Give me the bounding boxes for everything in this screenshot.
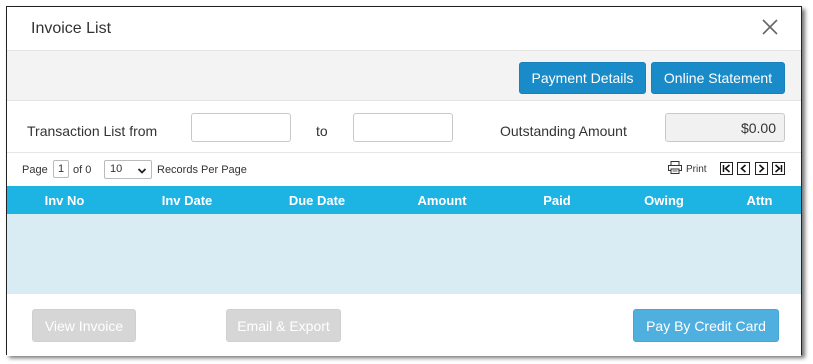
chevron-down-icon <box>137 165 147 182</box>
to-label: to <box>316 123 328 139</box>
records-per-page-select[interactable]: 10 <box>104 160 152 179</box>
records-per-page-value: 10 <box>110 163 123 175</box>
page-label: Page <box>22 164 48 176</box>
print-label: Print <box>686 163 707 175</box>
column-header-paid[interactable]: Paid <box>522 193 592 208</box>
date-from-input[interactable] <box>191 113 291 142</box>
records-per-page-label: Records Per Page <box>157 164 247 176</box>
column-header-amount[interactable]: Amount <box>402 193 482 208</box>
date-to-input[interactable] <box>353 113 453 142</box>
close-icon[interactable] <box>759 16 781 38</box>
column-header-owing[interactable]: Owing <box>629 193 699 208</box>
transaction-filters: Transaction List from to Outstanding Amo… <box>7 101 801 153</box>
action-toolbar: Payment Details Online Statement <box>7 51 801 101</box>
page-count-label: of 0 <box>73 164 92 176</box>
print-button[interactable]: Print <box>668 161 707 177</box>
pay-by-credit-card-button[interactable]: Pay By Credit Card <box>633 309 779 342</box>
last-page-icon[interactable] <box>772 162 785 175</box>
invoice-table-header: Inv No Inv Date Due Date Amount Paid Owi… <box>7 186 801 214</box>
column-header-inv-date[interactable]: Inv Date <box>147 193 227 208</box>
outstanding-amount-label: Outstanding Amount <box>500 123 627 139</box>
pagination-bar: Page 1 of 0 10 Records Per Page Print <box>7 153 801 185</box>
dialog-title: Invoice List <box>31 20 112 37</box>
email-export-button[interactable]: Email & Export <box>226 309 341 342</box>
page-number-input[interactable]: 1 <box>53 160 69 178</box>
column-header-attn[interactable]: Attn <box>732 193 787 208</box>
invoice-list-dialog: Invoice List Payment Details Online Stat… <box>6 6 802 356</box>
transaction-from-label: Transaction List from <box>27 123 158 139</box>
dialog-footer: View Invoice Email & Export Pay By Credi… <box>7 294 801 356</box>
outstanding-amount-value: $0.00 <box>665 113 785 142</box>
printer-icon <box>668 161 682 177</box>
next-page-icon[interactable] <box>755 162 768 175</box>
online-statement-button[interactable]: Online Statement <box>651 62 785 94</box>
column-header-due-date[interactable]: Due Date <box>272 193 362 208</box>
column-header-inv-no[interactable]: Inv No <box>27 193 102 208</box>
invoice-table-body <box>7 214 801 294</box>
view-invoice-button[interactable]: View Invoice <box>32 309 136 342</box>
payment-details-button[interactable]: Payment Details <box>519 62 646 94</box>
dialog-header: Invoice List <box>7 7 801 51</box>
prev-page-icon[interactable] <box>737 162 750 175</box>
first-page-icon[interactable] <box>720 162 733 175</box>
